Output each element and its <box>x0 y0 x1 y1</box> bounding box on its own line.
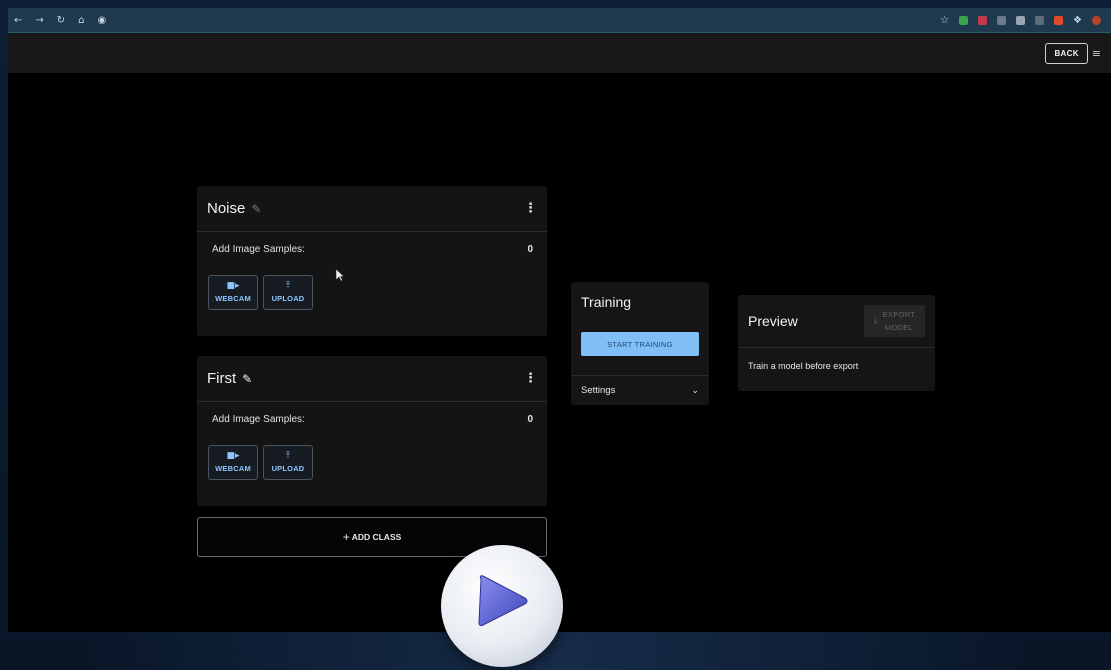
browser-window: ← → ↻ ⌂ ◉ ☆ ❖ BACK ≡ Noise ✎ ⋮ Add Image… <box>8 8 1111 632</box>
video-camera-icon: ■▸ <box>226 451 240 461</box>
extension-dark-icon[interactable] <box>1035 15 1045 25</box>
webcam-label: WEBCAM <box>215 464 251 473</box>
reload-icon[interactable]: ↻ <box>57 15 65 26</box>
upload-icon: ⤒ <box>286 451 290 461</box>
class-name[interactable]: First <box>207 370 236 387</box>
settings-toggle[interactable]: Settings ⌄ <box>571 375 709 405</box>
upload-label: UPLOAD <box>271 294 305 303</box>
download-icon: ⤓ <box>873 316 878 326</box>
more-options-icon[interactable]: ⋮ <box>524 201 537 216</box>
forward-arrow-icon[interactable]: → <box>35 15 43 26</box>
samples-row: Add Image Samples: 0 <box>197 232 547 255</box>
play-icon <box>478 575 528 627</box>
start-training-button[interactable]: START TRAINING <box>581 332 699 356</box>
site-info-icon[interactable]: ◉ <box>98 15 107 26</box>
edit-pencil-icon[interactable]: ✎ <box>242 372 252 386</box>
back-button[interactable]: BACK <box>1045 42 1088 64</box>
settings-label: Settings <box>581 385 616 396</box>
webcam-button[interactable]: ■▸ WEBCAM <box>208 445 258 480</box>
extension-light-icon[interactable] <box>1016 15 1026 25</box>
webcam-label: WEBCAM <box>215 294 251 303</box>
extension-orange-icon[interactable] <box>1054 15 1064 25</box>
class-card-header: First ✎ ⋮ <box>197 356 547 402</box>
back-arrow-icon[interactable]: ← <box>14 15 22 26</box>
home-icon[interactable]: ⌂ <box>78 15 84 26</box>
export-label: EXPORT MODEL <box>882 310 916 332</box>
add-class-label: ADD CLASS <box>351 532 402 542</box>
samples-label: Add Image Samples: <box>212 244 305 255</box>
extension-red-icon[interactable] <box>978 15 988 25</box>
app-header: BACK ≡ <box>8 33 1111 73</box>
video-camera-icon: ■▸ <box>226 281 240 291</box>
browser-toolbar: ← → ↻ ⌂ ◉ ☆ ❖ <box>8 8 1111 32</box>
export-model-button[interactable]: ⤓ EXPORT MODEL <box>864 305 925 337</box>
samples-count: 0 <box>527 244 533 255</box>
class-card-header: Noise ✎ ⋮ <box>197 186 547 232</box>
training-title: Training <box>581 294 632 310</box>
preview-panel: Preview ⤓ EXPORT MODEL Train a model bef… <box>738 295 935 391</box>
preview-header: Preview ⤓ EXPORT MODEL <box>738 295 935 348</box>
upload-label: UPLOAD <box>271 464 305 473</box>
class-card-noise: Noise ✎ ⋮ Add Image Samples: 0 ■▸ WEBCAM… <box>197 186 547 336</box>
samples-count: 0 <box>527 414 533 425</box>
class-name[interactable]: Noise <box>207 200 245 217</box>
chevron-down-icon: ⌄ <box>691 385 699 396</box>
class-card-first: First ✎ ⋮ Add Image Samples: 0 ■▸ WEBCAM… <box>197 356 547 506</box>
upload-button[interactable]: ⤒ UPLOAD <box>263 445 313 480</box>
webcam-button[interactable]: ■▸ WEBCAM <box>208 275 258 310</box>
more-options-icon[interactable]: ⋮ <box>524 371 537 386</box>
bookmark-star-icon[interactable]: ☆ <box>940 15 949 26</box>
play-button[interactable] <box>441 545 563 667</box>
edit-pencil-icon[interactable]: ✎ <box>251 202 261 216</box>
menu-icon[interactable]: ≡ <box>1092 47 1101 60</box>
preview-note: Train a model before export <box>748 361 859 371</box>
upload-button[interactable]: ⤒ UPLOAD <box>263 275 313 310</box>
upload-icon: ⤒ <box>286 281 290 291</box>
profile-avatar[interactable] <box>1092 15 1101 25</box>
extension-green-icon[interactable] <box>959 15 969 25</box>
extension-grey-icon[interactable] <box>997 15 1007 25</box>
plus-icon: + <box>342 530 350 544</box>
preview-title: Preview <box>748 313 798 329</box>
training-panel: Training START TRAINING Settings ⌄ <box>571 282 709 405</box>
extensions-puzzle-icon[interactable]: ❖ <box>1073 15 1082 26</box>
samples-row: Add Image Samples: 0 <box>197 402 547 425</box>
samples-label: Add Image Samples: <box>212 414 305 425</box>
mouse-cursor-icon <box>335 268 345 282</box>
